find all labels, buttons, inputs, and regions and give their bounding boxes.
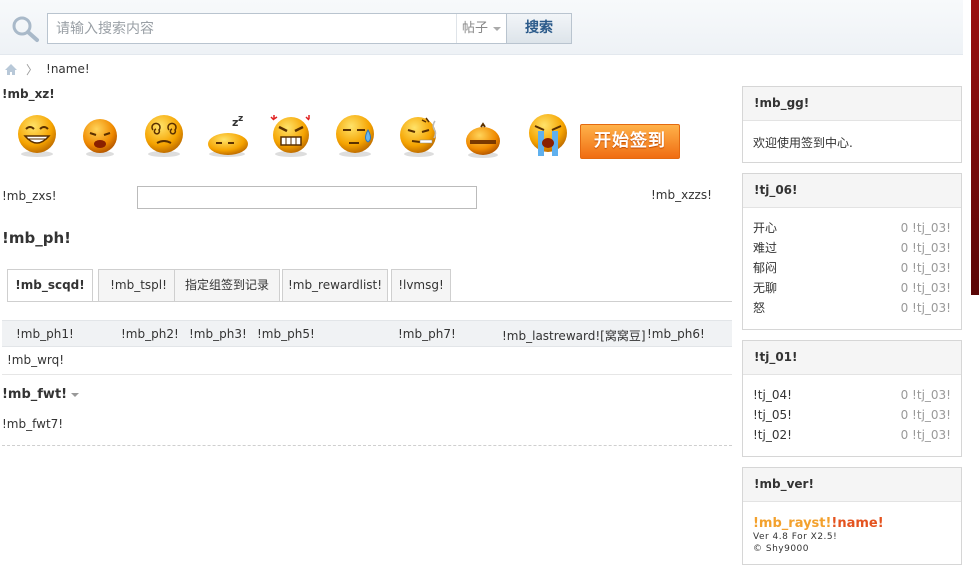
search-icon [12, 16, 39, 42]
list-item: 郁闷 0 !tj_03! [753, 258, 951, 278]
empty-message: !mb_wrq! [7, 353, 65, 367]
face-dizzy-icon[interactable] [141, 112, 187, 158]
column-header: !mb_ph2! [121, 327, 179, 341]
xzzs-label: !mb_xzzs! [651, 188, 712, 202]
face-shy-icon[interactable] [460, 112, 506, 158]
mood-value: 0 !tj_03! [900, 281, 951, 295]
face-laughing-icon[interactable] [14, 112, 60, 158]
stat-label: !tj_05! [753, 408, 792, 422]
face-crying-icon[interactable] [525, 112, 571, 158]
version-brand: !mb_rayst!!name! [753, 516, 951, 531]
stat-label: !tj_04! [753, 388, 792, 402]
list-item: 怒 0 !tj_03! [753, 298, 951, 318]
stat-label: !tj_02! [753, 428, 792, 442]
search-type-label: 帖子 [462, 21, 489, 36]
start-sign-in-button[interactable]: 开始签到 [580, 124, 680, 159]
mood-label: 郁闷 [753, 261, 778, 275]
version-text: Ver 4.8 For X2.5! [753, 532, 838, 542]
tab-lvmsg[interactable]: !lvmsg! [391, 269, 451, 301]
stat-value: 0 !tj_03! [900, 428, 951, 442]
list-item: !tj_02! 0 !tj_03! [753, 425, 951, 445]
version-panel: !mb_ver! !mb_rayst!!name! Ver 4.8 For X2… [742, 467, 962, 565]
column-header: !mb_ph7! [398, 327, 456, 341]
column-header: !mb_ph5! [257, 327, 315, 341]
mood-section-label: !mb_xz! [2, 87, 55, 101]
brand-part-b: !name! [831, 516, 884, 531]
stats-panel: !tj_01! !tj_04! 0 !tj_03! !tj_05! 0 !tj_03… [742, 340, 962, 457]
stat-value: 0 !tj_03! [900, 388, 951, 402]
copyright-text: © Shy9000 [753, 544, 810, 554]
row-divider [2, 374, 732, 375]
face-sad-icon[interactable] [77, 112, 123, 158]
fwt-title: !mb_fwt! [2, 387, 68, 402]
announcement-panel: !mb_gg! 欢迎使用签到中心. [742, 86, 962, 163]
list-item: !tj_04! 0 !tj_03! [753, 385, 951, 405]
ranking-title: !mb_ph! [2, 229, 71, 247]
tab-rewardlist[interactable]: !mb_rewardlist! [282, 269, 388, 301]
home-icon[interactable] [4, 63, 18, 76]
breadcrumb: 〉 !name! [4, 61, 90, 77]
list-item: 无聊 0 !tj_03! [753, 278, 951, 298]
face-sleepy-icon[interactable]: z z [204, 112, 250, 158]
column-header: !mb_lastreward![窝窝豆] [502, 329, 646, 343]
panel-title: !mb_ver! [743, 468, 961, 502]
chevron-down-icon [493, 27, 501, 31]
breadcrumb-separator: 〉 [26, 62, 39, 77]
list-item: 难过 0 !tj_03! [753, 238, 951, 258]
column-header: !mb_ph1! [16, 327, 74, 341]
chevron-down-icon [71, 392, 80, 397]
mood-stats-panel: !tj_06! 开心 0 !tj_03! 难过 0 !tj_03! 郁闷 0 !tj_… [742, 173, 962, 330]
stat-value: 0 !tj_03! [900, 408, 951, 422]
list-item: !tj_05! 0 !tj_03! [753, 405, 951, 425]
svg-text:z: z [238, 114, 243, 124]
background-strip [971, 0, 979, 295]
ranking-table-header: !mb_ph1! !mb_ph2! !mb_ph3! !mb_ph5! !mb_… [2, 320, 732, 347]
fwt-dropdown[interactable]: !mb_fwt! [2, 387, 80, 402]
column-header: !mb_ph3! [189, 327, 247, 341]
announcement-text: 欢迎使用签到中心. [753, 136, 853, 150]
search-input[interactable] [48, 14, 456, 43]
mood-label: 无聊 [753, 281, 778, 295]
list-item: 开心 0 !tj_03! [753, 218, 951, 238]
search-box: 帖子 搜索 [47, 13, 572, 44]
tab-scqd[interactable]: !mb_scqd! [7, 269, 93, 302]
face-angry-icon[interactable] [268, 112, 314, 158]
fwt-text: !mb_fwt7! [2, 417, 64, 431]
brand-part-a: !mb_rayst! [753, 516, 832, 531]
zxs-label: !mb_zxs! [2, 189, 57, 203]
panel-title: !tj_01! [743, 341, 961, 375]
dashed-divider [2, 445, 732, 446]
top-search-bar: 帖子 搜索 [0, 0, 963, 55]
mood-value: 0 !tj_03! [900, 221, 951, 235]
panel-title: !tj_06! [743, 174, 961, 208]
mood-value: 0 !tj_03! [900, 241, 951, 255]
zxs-input[interactable] [137, 186, 477, 209]
mood-label: 开心 [753, 221, 778, 235]
tab-tspl[interactable]: !mb_tspl! [98, 269, 179, 301]
face-smoking-icon[interactable] [396, 112, 442, 158]
mood-label: 怒 [753, 301, 766, 315]
window-edge [963, 0, 979, 576]
panel-title: !mb_gg! [743, 87, 961, 121]
breadcrumb-current[interactable]: !name! [46, 62, 90, 76]
mood-label: 难过 [753, 241, 778, 255]
face-sweating-icon[interactable] [332, 112, 378, 158]
tab-group-records[interactable]: 指定组签到记录 [174, 269, 280, 301]
mood-value: 0 !tj_03! [900, 301, 951, 315]
mood-value: 0 !tj_03! [900, 261, 951, 275]
column-header: !mb_ph6! [647, 327, 705, 341]
search-type-select[interactable]: 帖子 [456, 14, 506, 43]
search-button[interactable]: 搜索 [506, 13, 572, 44]
tabs-divider [7, 301, 732, 302]
